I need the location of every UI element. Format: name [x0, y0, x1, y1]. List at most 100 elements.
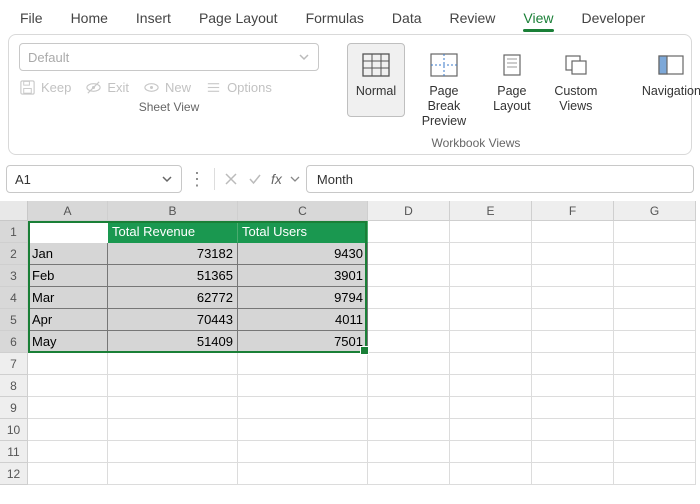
sheet-grid[interactable]: A B C D E F G 1 Month Total Revenue Tota…: [0, 201, 700, 485]
row-head[interactable]: 10: [0, 419, 28, 441]
cell[interactable]: [238, 375, 368, 397]
cell[interactable]: [450, 375, 532, 397]
cancel-icon[interactable]: [223, 171, 239, 187]
cell[interactable]: [614, 419, 696, 441]
row-head[interactable]: 9: [0, 397, 28, 419]
cell[interactable]: [450, 331, 532, 353]
cell[interactable]: [108, 463, 238, 485]
col-head[interactable]: E: [450, 201, 532, 221]
cell[interactable]: [238, 463, 368, 485]
cell[interactable]: [614, 353, 696, 375]
cell[interactable]: [614, 463, 696, 485]
row-head[interactable]: 12: [0, 463, 28, 485]
cell[interactable]: [368, 221, 450, 243]
cell[interactable]: [450, 441, 532, 463]
cell[interactable]: [368, 287, 450, 309]
col-head[interactable]: C: [238, 201, 368, 221]
cell[interactable]: [368, 265, 450, 287]
cell[interactable]: [614, 441, 696, 463]
cell[interactable]: 51409: [108, 331, 238, 353]
tab-page-layout[interactable]: Page Layout: [185, 4, 292, 34]
cell[interactable]: 70443: [108, 309, 238, 331]
row-head[interactable]: 3: [0, 265, 28, 287]
more-icon[interactable]: ⋮: [188, 169, 206, 190]
tab-review[interactable]: Review: [436, 4, 510, 34]
cell[interactable]: [532, 419, 614, 441]
cell[interactable]: [450, 287, 532, 309]
row-head[interactable]: 1: [0, 221, 28, 243]
cell[interactable]: [532, 441, 614, 463]
tab-formulas[interactable]: Formulas: [292, 4, 378, 34]
cell[interactable]: [450, 419, 532, 441]
cell[interactable]: [450, 243, 532, 265]
tab-home[interactable]: Home: [57, 4, 122, 34]
cell[interactable]: [28, 375, 108, 397]
cell[interactable]: [450, 353, 532, 375]
cell[interactable]: Apr: [28, 309, 108, 331]
page-break-preview-button[interactable]: Page Break Preview: [411, 43, 477, 132]
fx-icon[interactable]: fx: [271, 171, 282, 187]
cell[interactable]: [108, 353, 238, 375]
cell[interactable]: [368, 419, 450, 441]
row-head[interactable]: 8: [0, 375, 28, 397]
custom-views-button[interactable]: Custom Views: [547, 43, 605, 117]
cell[interactable]: [28, 463, 108, 485]
cell[interactable]: 9794: [238, 287, 368, 309]
cell[interactable]: [368, 309, 450, 331]
normal-view-button[interactable]: Normal: [347, 43, 405, 117]
col-head[interactable]: D: [368, 201, 450, 221]
cell[interactable]: 7501: [238, 331, 368, 353]
row-head[interactable]: 6: [0, 331, 28, 353]
cell[interactable]: [532, 397, 614, 419]
cell[interactable]: Mar: [28, 287, 108, 309]
cell[interactable]: [238, 419, 368, 441]
cell[interactable]: [108, 375, 238, 397]
cell[interactable]: [614, 331, 696, 353]
cell[interactable]: [532, 243, 614, 265]
page-layout-button[interactable]: Page Layout: [483, 43, 541, 117]
row-head[interactable]: 5: [0, 309, 28, 331]
cell[interactable]: [532, 353, 614, 375]
cell[interactable]: [450, 265, 532, 287]
cell[interactable]: Feb: [28, 265, 108, 287]
cell[interactable]: [532, 463, 614, 485]
cell[interactable]: [614, 243, 696, 265]
cell[interactable]: [450, 397, 532, 419]
name-box[interactable]: A1: [6, 165, 182, 193]
cell[interactable]: [614, 309, 696, 331]
tab-insert[interactable]: Insert: [122, 4, 185, 34]
cell[interactable]: [532, 331, 614, 353]
cell[interactable]: May: [28, 331, 108, 353]
cell[interactable]: [108, 397, 238, 419]
cell[interactable]: 9430: [238, 243, 368, 265]
cell[interactable]: [532, 309, 614, 331]
col-head[interactable]: A: [28, 201, 108, 221]
cell[interactable]: [614, 265, 696, 287]
cell[interactable]: [450, 309, 532, 331]
cell[interactable]: [28, 353, 108, 375]
cell[interactable]: [28, 419, 108, 441]
cell[interactable]: [532, 287, 614, 309]
cell[interactable]: [614, 375, 696, 397]
cell[interactable]: [238, 397, 368, 419]
row-head[interactable]: 2: [0, 243, 28, 265]
cell[interactable]: [368, 397, 450, 419]
cell[interactable]: [368, 463, 450, 485]
col-head[interactable]: G: [614, 201, 696, 221]
cell[interactable]: 73182: [108, 243, 238, 265]
tab-developer[interactable]: Developer: [568, 4, 660, 34]
cell[interactable]: [532, 375, 614, 397]
cell[interactable]: [614, 221, 696, 243]
cell[interactable]: 62772: [108, 287, 238, 309]
navigation-button[interactable]: Navigation: [633, 43, 700, 117]
cell[interactable]: [614, 287, 696, 309]
cell[interactable]: [28, 441, 108, 463]
cell[interactable]: [368, 441, 450, 463]
cell[interactable]: [28, 397, 108, 419]
cell[interactable]: [368, 353, 450, 375]
tab-data[interactable]: Data: [378, 4, 436, 34]
formula-bar-input[interactable]: Month: [306, 165, 694, 193]
cell[interactable]: [238, 353, 368, 375]
cell[interactable]: [532, 221, 614, 243]
cell[interactable]: [368, 243, 450, 265]
